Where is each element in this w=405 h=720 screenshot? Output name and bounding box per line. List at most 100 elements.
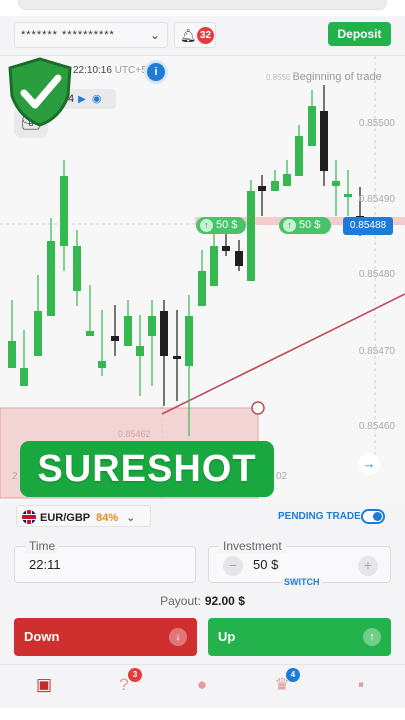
sureshot-overlay: SURESHOT	[20, 441, 274, 497]
asset-row: EUR/GBP 84% ⌄ PENDING TRADE	[0, 502, 405, 532]
pending-trade-toggle[interactable]	[361, 509, 385, 524]
info-icon[interactable]: i	[147, 63, 165, 81]
candle-body	[235, 251, 243, 266]
payout-value: 92.00 $	[204, 594, 245, 608]
investment-label: Investment	[219, 539, 286, 553]
pending-trade-label: PENDING TRADE	[278, 511, 361, 522]
y-axis-label: 0.85480	[358, 269, 395, 280]
candle-body	[86, 331, 94, 336]
candle-body	[271, 181, 279, 191]
candle-body	[111, 336, 119, 341]
account-selector[interactable]: ******* ********** ⌄	[14, 22, 168, 48]
beginning-hint: 0.8550	[266, 73, 291, 82]
arrow-down-icon: ↓	[169, 628, 187, 646]
candle-body	[60, 176, 68, 246]
candle-body	[173, 356, 181, 359]
chevron-down-icon: ⌄	[126, 512, 136, 524]
up-label: Up	[218, 629, 236, 644]
y-axis-label: 0.85470	[358, 346, 395, 357]
arrow-up-icon: ↑	[200, 219, 213, 232]
candle-body	[332, 181, 340, 186]
candle-body	[185, 316, 193, 366]
asset-payout-percent: 84%	[96, 512, 119, 524]
beginning-of-trade: 0.8550 Beginning of trade	[266, 71, 382, 83]
increase-investment-button[interactable]: +	[358, 556, 378, 576]
up-button[interactable]: Up ↑	[208, 618, 391, 656]
notifications-badge: 32	[197, 27, 214, 44]
y-axis-label: 0.85490	[358, 194, 395, 205]
candle-body	[8, 341, 16, 368]
down-label: Down	[24, 629, 60, 644]
nav-profile[interactable]: ●	[192, 675, 212, 695]
eye-icon: ◉	[91, 93, 102, 105]
candle-body	[160, 311, 168, 356]
nav-tournaments[interactable]: ♛ 4	[272, 668, 300, 695]
candle-body	[308, 106, 316, 146]
nav-help[interactable]: ? 3	[114, 668, 142, 695]
arrow-up-icon: ↑	[283, 219, 296, 232]
candle-body	[247, 191, 255, 281]
candle-body	[222, 246, 230, 251]
browser-top-strip	[0, 0, 405, 16]
notifications-button[interactable]: 🔔︎ 32	[174, 22, 216, 48]
candle-body	[210, 246, 218, 286]
investment-value: 50 $	[253, 557, 279, 572]
asset-selector[interactable]: EUR/GBP 84% ⌄	[16, 505, 151, 527]
shield-check-icon	[8, 57, 72, 127]
bell-icon: 🔔︎	[180, 28, 197, 43]
x-axis-label: 02	[276, 471, 288, 482]
candle-body	[136, 346, 144, 356]
current-price-label: 0.85488	[343, 217, 393, 235]
down-button[interactable]: Down ↓	[14, 618, 197, 656]
nav-chart[interactable]: ▣	[34, 675, 54, 695]
candle-body	[198, 271, 206, 306]
payout-label: Payout:	[160, 594, 201, 608]
image-icon: ▣	[35, 675, 53, 694]
user-icon: ●	[196, 675, 208, 694]
candle-body	[258, 186, 266, 191]
candle-body	[124, 316, 132, 346]
trade-chip-amount: 50 $	[216, 219, 238, 231]
trade-chip-amount: 50 $	[299, 219, 321, 231]
candle-body	[283, 174, 291, 186]
decrease-investment-button[interactable]: −	[223, 556, 243, 576]
deposit-button[interactable]: Deposit	[328, 22, 391, 46]
chevron-down-icon: ⌄	[149, 28, 161, 42]
account-mask: ******* **********	[21, 29, 115, 41]
candle-body	[73, 246, 81, 291]
time-label: Time	[25, 539, 60, 553]
system-nav-strip	[0, 708, 405, 720]
zone-price-label: 0.85462	[118, 429, 151, 439]
app-header: ******* ********** ⌄ 🔔︎ 32 Deposit	[0, 16, 405, 56]
candle-body	[98, 361, 106, 368]
arrow-up-icon: ↑	[363, 628, 381, 646]
time-field[interactable]: Time 22:11	[14, 539, 196, 583]
trophy-badge: 4	[286, 668, 300, 682]
address-bar[interactable]	[18, 0, 387, 10]
x-axis-label: 2	[12, 471, 18, 482]
help-badge: 3	[128, 668, 142, 682]
asset-pair: EUR/GBP	[40, 512, 91, 524]
candle-body	[320, 111, 328, 171]
candle-body	[344, 194, 352, 197]
trend-line-handle[interactable]	[251, 401, 265, 415]
candle-body	[148, 316, 156, 336]
clock-timezone: UTC+5	[114, 65, 147, 76]
chat-icon: ▪	[357, 675, 365, 694]
nav-chat[interactable]: ▪	[351, 675, 371, 695]
bottom-navigation: ▣ ? 3 ● ♛ 4 ▪	[0, 664, 405, 708]
uk-flag-icon	[22, 510, 36, 524]
candle-body	[295, 136, 303, 176]
candle-body	[34, 311, 42, 356]
switch-link[interactable]: SWITCH	[282, 577, 322, 587]
scroll-to-end-button[interactable]: →	[358, 453, 380, 475]
price-chart[interactable]: ••• 💼︎2 22:10:16 UTC+5 i 4▶◉ 0.8550Begin…	[0, 56, 405, 502]
candle-body	[20, 368, 28, 386]
trade-chip[interactable]: ↑ 50 $	[196, 217, 246, 234]
question-icon: ?	[119, 675, 129, 694]
candle-body	[47, 241, 55, 316]
y-axis-label: 0.85460	[358, 421, 395, 432]
time-value: 22:11	[29, 557, 61, 572]
beginning-label: Beginning of trade	[292, 71, 382, 83]
trade-chip[interactable]: ↑ 50 $	[279, 217, 331, 234]
